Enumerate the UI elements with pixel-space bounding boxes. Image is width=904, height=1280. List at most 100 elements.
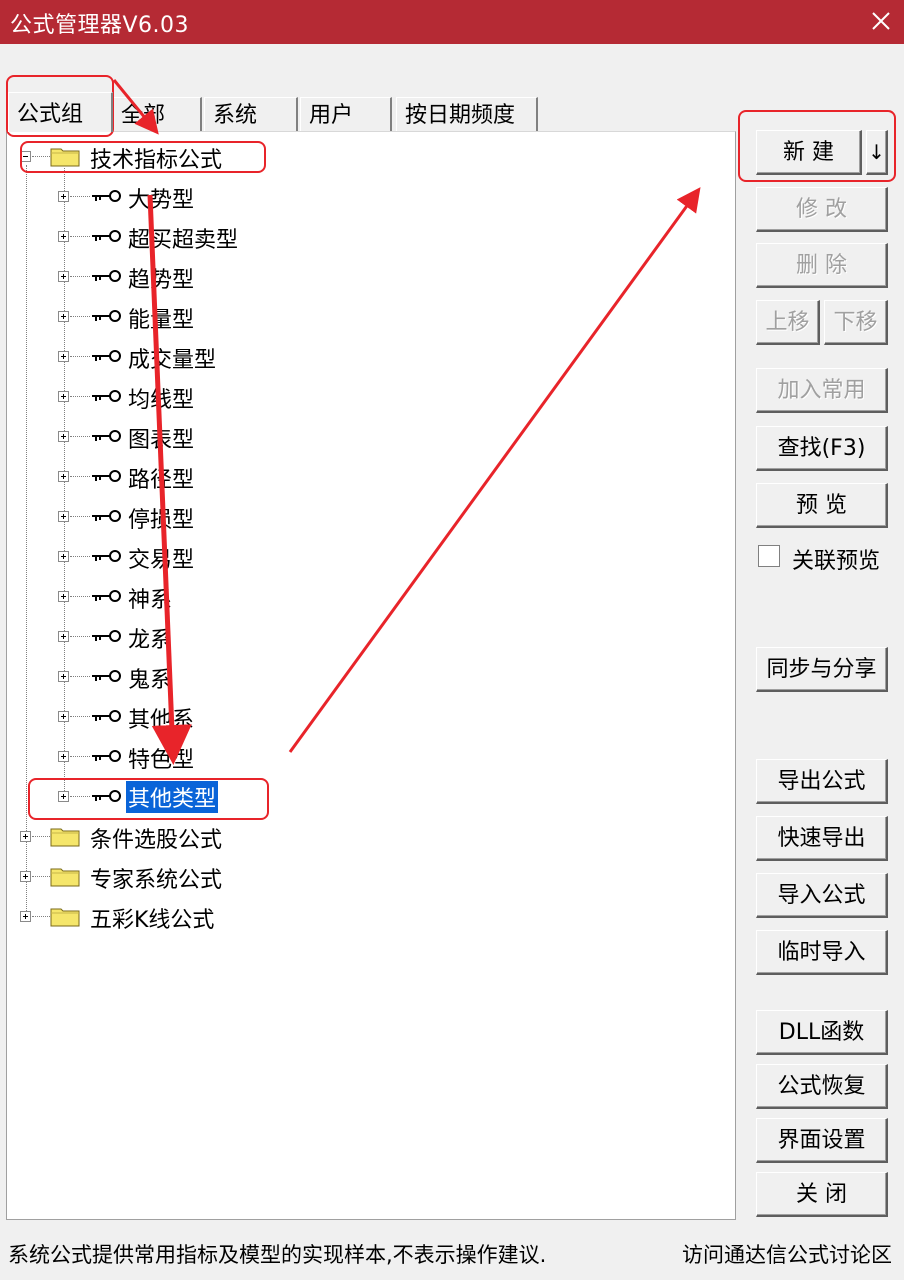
tree-child-item[interactable]: 神系: [58, 581, 278, 614]
ui-settings-button[interactable]: 界面设置: [756, 1118, 888, 1163]
export-formula-button[interactable]: 导出公式: [756, 759, 888, 804]
tab-by-date-frequency[interactable]: 按日期频度: [396, 97, 538, 131]
tab-system[interactable]: 系统: [204, 97, 298, 131]
tree-child-item[interactable]: 路径型: [58, 461, 278, 494]
tree-item-label[interactable]: 大势型: [128, 182, 194, 214]
status-text: 系统公式提供常用指标及模型的实现样本,不表示操作建议.: [8, 1243, 547, 1267]
tree-child-item[interactable]: 交易型: [58, 541, 278, 574]
expand-icon[interactable]: [20, 831, 31, 842]
tree-child-item[interactable]: 成交量型: [58, 341, 278, 374]
expand-icon[interactable]: [58, 311, 69, 322]
key-icon: [90, 747, 122, 772]
tree-item-label[interactable]: 技术指标公式: [90, 142, 222, 174]
key-icon: [90, 427, 122, 452]
tree-item-label[interactable]: 条件选股公式: [90, 822, 222, 854]
expand-icon[interactable]: [58, 231, 69, 242]
tree-root-item[interactable]: 条件选股公式: [20, 821, 280, 854]
formula-forum-link[interactable]: 访问通达信公式讨论区: [682, 1239, 892, 1269]
tree-child-item[interactable]: 大势型: [58, 181, 278, 214]
tree-root-item[interactable]: 技术指标公式: [20, 141, 280, 174]
key-icon: [90, 547, 122, 572]
tree-item-label[interactable]: 五彩K线公式: [90, 902, 214, 934]
expand-icon[interactable]: [58, 751, 69, 762]
add-to-common-button[interactable]: 加入常用: [756, 368, 888, 413]
preview-button[interactable]: 预 览: [756, 483, 888, 528]
tree-item-label[interactable]: 鬼系: [128, 662, 172, 694]
tree-item-label[interactable]: 其他类型: [124, 780, 220, 814]
expand-icon[interactable]: [58, 631, 69, 642]
sync-share-button[interactable]: 同步与分享: [756, 647, 888, 692]
expand-icon[interactable]: [58, 711, 69, 722]
tab-user[interactable]: 用户: [300, 97, 392, 131]
tree-item-label[interactable]: 图表型: [128, 422, 194, 454]
quick-export-button[interactable]: 快速导出: [756, 816, 888, 861]
tree-item-label[interactable]: 神系: [128, 582, 172, 614]
tree-child-item[interactable]: 鬼系: [58, 661, 278, 694]
tree-item-label[interactable]: 成交量型: [128, 342, 216, 374]
tree-child-item[interactable]: 特色型: [58, 741, 278, 774]
tree-line: [26, 165, 27, 915]
key-icon: [90, 307, 122, 332]
folder-icon: [50, 825, 80, 853]
tree-item-label[interactable]: 其他系: [128, 702, 194, 734]
folder-icon: [50, 905, 80, 933]
tree-child-item[interactable]: 图表型: [58, 421, 278, 454]
tree-item-label[interactable]: 龙系: [128, 622, 172, 654]
expand-icon[interactable]: [58, 471, 69, 482]
tree-item-label[interactable]: 均线型: [128, 382, 194, 414]
new-button[interactable]: 新 建: [756, 130, 862, 175]
tree-root-item[interactable]: 专家系统公式: [20, 861, 280, 894]
expand-icon[interactable]: [20, 871, 31, 882]
close-icon[interactable]: [868, 7, 894, 35]
tree-child-item[interactable]: 能量型: [58, 301, 278, 334]
delete-button[interactable]: 删 除: [756, 243, 888, 288]
tree-child-item-selected[interactable]: 其他类型: [58, 780, 278, 814]
find-button[interactable]: 查找(F3): [756, 426, 888, 471]
expand-icon[interactable]: [58, 431, 69, 442]
expand-icon[interactable]: [58, 791, 69, 802]
temp-import-button[interactable]: 临时导入: [756, 930, 888, 975]
tree-item-label[interactable]: 特色型: [128, 742, 194, 774]
tab-formula-group[interactable]: 公式组: [8, 92, 113, 132]
tab-all[interactable]: 全部: [112, 97, 202, 131]
tree-item-label[interactable]: 专家系统公式: [90, 862, 222, 894]
tree-child-item[interactable]: 趋势型: [58, 261, 278, 294]
modify-button[interactable]: 修 改: [756, 187, 888, 232]
tree-item-label[interactable]: 路径型: [128, 462, 194, 494]
link-preview-checkbox[interactable]: [758, 545, 780, 567]
window-title: 公式管理器V6.03: [10, 13, 190, 38]
tree-root-item[interactable]: 五彩K线公式: [20, 901, 280, 934]
tree-item-label[interactable]: 交易型: [128, 542, 194, 574]
key-icon: [90, 667, 122, 692]
tree-child-item[interactable]: 龙系: [58, 621, 278, 654]
tree-item-label[interactable]: 趋势型: [128, 262, 194, 294]
tree-item-label[interactable]: 停损型: [128, 502, 194, 534]
tree-child-item[interactable]: 均线型: [58, 381, 278, 414]
restore-formula-button[interactable]: 公式恢复: [756, 1064, 888, 1109]
tree-child-item[interactable]: 停损型: [58, 501, 278, 534]
expand-icon[interactable]: [58, 391, 69, 402]
tree-item-label[interactable]: 能量型: [128, 302, 194, 334]
move-up-button[interactable]: 上移: [756, 300, 820, 345]
link-preview-label: 关联预览: [792, 549, 881, 574]
expand-icon[interactable]: [58, 551, 69, 562]
key-icon: [90, 507, 122, 532]
key-icon: [90, 467, 122, 492]
expand-icon[interactable]: [58, 671, 69, 682]
move-down-button[interactable]: 下移: [824, 300, 888, 345]
tree-child-item[interactable]: 超买超卖型: [58, 221, 278, 254]
close-button[interactable]: 关 闭: [756, 1172, 888, 1217]
expand-icon[interactable]: [58, 191, 69, 202]
title-bar: 公式管理器V6.03: [0, 0, 904, 44]
expand-icon[interactable]: [58, 351, 69, 362]
dll-function-button[interactable]: DLL函数: [756, 1010, 888, 1055]
collapse-icon[interactable]: [20, 151, 31, 162]
tree-child-item[interactable]: 其他系: [58, 701, 278, 734]
new-dropdown-button[interactable]: ↓: [866, 130, 888, 175]
tree-item-label[interactable]: 超买超卖型: [128, 222, 238, 254]
expand-icon[interactable]: [58, 511, 69, 522]
expand-icon[interactable]: [20, 911, 31, 922]
expand-icon[interactable]: [58, 591, 69, 602]
import-formula-button[interactable]: 导入公式: [756, 873, 888, 918]
expand-icon[interactable]: [58, 271, 69, 282]
